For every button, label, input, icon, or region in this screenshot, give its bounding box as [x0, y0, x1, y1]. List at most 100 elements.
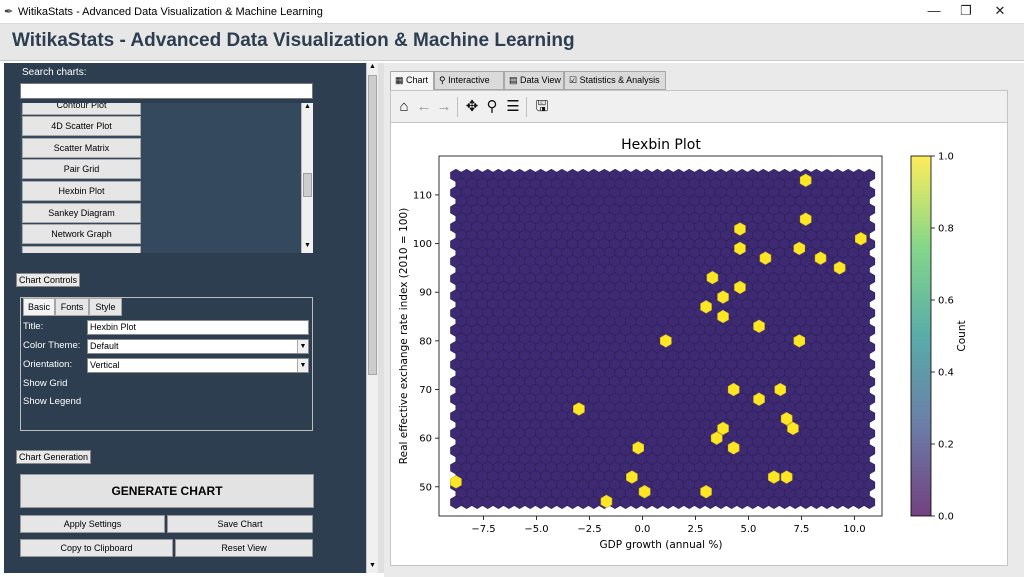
generate-chart-button[interactable]: GENERATE CHART — [20, 474, 314, 508]
home-icon[interactable]: ⌂ — [395, 98, 413, 116]
scroll-up-arrow-icon[interactable]: ▲ — [369, 63, 376, 70]
toolbar-divider — [457, 97, 458, 117]
hexbin-empty-cell — [852, 495, 865, 509]
tab-chart[interactable]: ▦ Chart — [390, 71, 434, 90]
chart-option-contour-plot[interactable]: Contour Plot — [22, 103, 141, 115]
hexbin-empty-cell — [513, 495, 526, 509]
orientation-value: Vertical — [90, 360, 120, 370]
zoom-icon[interactable]: ⚲ — [483, 98, 501, 116]
hexbin-empty-cell — [736, 495, 748, 509]
reset-view-button[interactable]: Reset View — [175, 539, 313, 557]
hexbin-empty-cell — [492, 495, 505, 509]
plot-canvas[interactable]: Hexbin Plot −7.5 −5.0 −2.5 0.0 2.5 5.0 7.5 10.0… — [390, 122, 1008, 566]
show-grid-checkbox[interactable]: Show Grid — [23, 378, 67, 389]
y-axis-label: Real effective exchange rate index (2010… — [398, 208, 410, 464]
magnifier-tab-icon: ⚲ — [439, 75, 446, 85]
hexbin-empty-cell — [672, 495, 685, 509]
hexbin-empty-cell — [619, 495, 632, 509]
search-label: Search charts: — [22, 67, 87, 78]
title-label: Title: — [23, 321, 44, 332]
chart-option-partial[interactable] — [22, 246, 141, 253]
y-tick-label: 50 — [419, 482, 432, 493]
show-legend-checkbox[interactable]: Show Legend — [23, 396, 81, 407]
chart-option-sankey-diagram[interactable]: Sankey Diagram — [22, 203, 141, 223]
chart-list-scrollbar[interactable]: ▲ ▼ — [301, 103, 313, 253]
close-button[interactable]: ✕ — [986, 3, 1014, 19]
chart-option-4d-scatter-plot[interactable]: 4D Scatter Plot — [22, 116, 141, 136]
hexbin-chart: Hexbin Plot −7.5 −5.0 −2.5 0.0 2.5 5.0 7.5 10.0… — [398, 137, 968, 551]
hexbin-empty-cell — [778, 495, 791, 509]
main-tabbar: ▦ Chart ⚲ Interactive ▤ Data View ☑ Stat… — [390, 71, 1008, 90]
plot-toolbar: ⌂ ← → ✥ ⚲ ☰ 🖫 — [390, 90, 1008, 122]
forward-arrow-icon[interactable]: → — [435, 98, 453, 116]
hexbin-empty-cell — [630, 495, 642, 509]
tab-basic[interactable]: Basic — [23, 298, 55, 316]
chart-generation-heading: Chart Generation — [16, 450, 92, 464]
x-tick-label: −5.0 — [524, 524, 548, 535]
x-tick-label: 10.0 — [843, 524, 865, 535]
chart-option-pair-grid[interactable]: Pair Grid — [22, 159, 141, 179]
save-figure-icon[interactable]: 🖫 — [533, 98, 551, 116]
tab-fonts[interactable]: Fonts — [55, 298, 89, 316]
minimize-button[interactable]: — — [920, 3, 948, 19]
y-tick-label: 110 — [413, 190, 432, 201]
y-tick-label: 90 — [419, 288, 432, 299]
chart-title: Hexbin Plot — [621, 137, 701, 153]
hexbin-empty-cell — [693, 495, 706, 509]
orientation-select[interactable]: Vertical ▼ — [87, 358, 309, 373]
hexbin-empty-cell — [757, 495, 770, 509]
tab-style[interactable]: Style — [89, 298, 122, 316]
hexbin-empty-cell — [566, 495, 579, 509]
scroll-down-arrow-icon[interactable]: ▼ — [304, 242, 311, 249]
back-arrow-icon[interactable]: ← — [415, 98, 433, 116]
color-theme-label: Color Theme: — [23, 340, 81, 351]
scroll-down-arrow-icon[interactable]: ▼ — [369, 562, 376, 569]
copy-to-clipboard-button[interactable]: Copy to Clipboard — [20, 539, 173, 557]
hexbin-empty-cell — [535, 495, 547, 509]
apply-settings-button[interactable]: Apply Settings — [20, 515, 165, 533]
app-feather-icon: ✒ — [4, 6, 14, 18]
hexbin-empty-cell — [556, 495, 568, 509]
left-panel-scroll-thumb[interactable] — [368, 75, 377, 375]
x-tick-label: 5.0 — [741, 524, 757, 535]
chart-list-scroll-thumb[interactable] — [303, 173, 312, 197]
chevron-down-icon[interactable]: ▼ — [297, 340, 308, 353]
title-field[interactable]: Hexbin Plot — [87, 320, 309, 335]
hexbin-empty-cell — [831, 495, 844, 509]
chevron-down-icon[interactable]: ▼ — [297, 359, 308, 372]
tab-data-view[interactable]: ▤ Data View — [504, 71, 564, 90]
colorbar-tick-label: 0.2 — [938, 440, 954, 451]
y-tick-label: 80 — [419, 336, 432, 347]
configure-subplots-icon[interactable]: ☰ — [504, 98, 522, 116]
chart-panel: ▦ Chart ⚲ Interactive ▤ Data View ☑ Stat… — [384, 63, 1024, 577]
left-panel-scrollbar[interactable]: ▲ ▼ — [366, 63, 378, 573]
hexbin-empty-cell — [821, 495, 833, 509]
search-charts-input[interactable] — [20, 83, 313, 99]
y-tick-label: 60 — [419, 434, 432, 445]
scroll-up-arrow-icon[interactable]: ▲ — [304, 103, 311, 110]
save-chart-button[interactable]: Save Chart — [167, 515, 313, 533]
chart-type-list: Contour Plot 4D Scatter Plot Scatter Mat… — [20, 103, 313, 253]
hexbin-empty-cell — [863, 495, 876, 509]
hexbin-empty-cell — [842, 495, 854, 509]
chart-option-hexbin-plot[interactable]: Hexbin Plot — [22, 181, 141, 201]
color-theme-select[interactable]: Default ▼ — [87, 339, 309, 354]
hexbin-empty-cell — [810, 495, 823, 509]
x-tick-label: 2.5 — [688, 524, 704, 535]
colorbar-tick-label: 0.0 — [938, 512, 954, 523]
toolbar-divider — [526, 97, 527, 117]
chart-option-scatter-matrix[interactable]: Scatter Matrix — [22, 138, 141, 158]
y-tick-label: 70 — [419, 385, 432, 396]
hexbin-empty-cell — [641, 495, 653, 509]
pan-icon[interactable]: ✥ — [463, 98, 481, 116]
colorbar-tick-label: 0.6 — [938, 296, 954, 307]
hexbin-empty-cell — [450, 495, 462, 509]
hexbin-empty-cell — [651, 495, 664, 509]
tab-interactive[interactable]: ⚲ Interactive — [434, 71, 504, 90]
x-tick-label: −2.5 — [577, 524, 601, 535]
hexbin-empty-cell — [482, 495, 494, 509]
tab-statistics-analysis[interactable]: ☑ Statistics & Analysis — [564, 71, 666, 90]
maximize-button[interactable]: ❐ — [952, 3, 980, 19]
hexbin-empty-cell — [799, 495, 812, 509]
chart-option-network-graph[interactable]: Network Graph — [22, 224, 141, 244]
